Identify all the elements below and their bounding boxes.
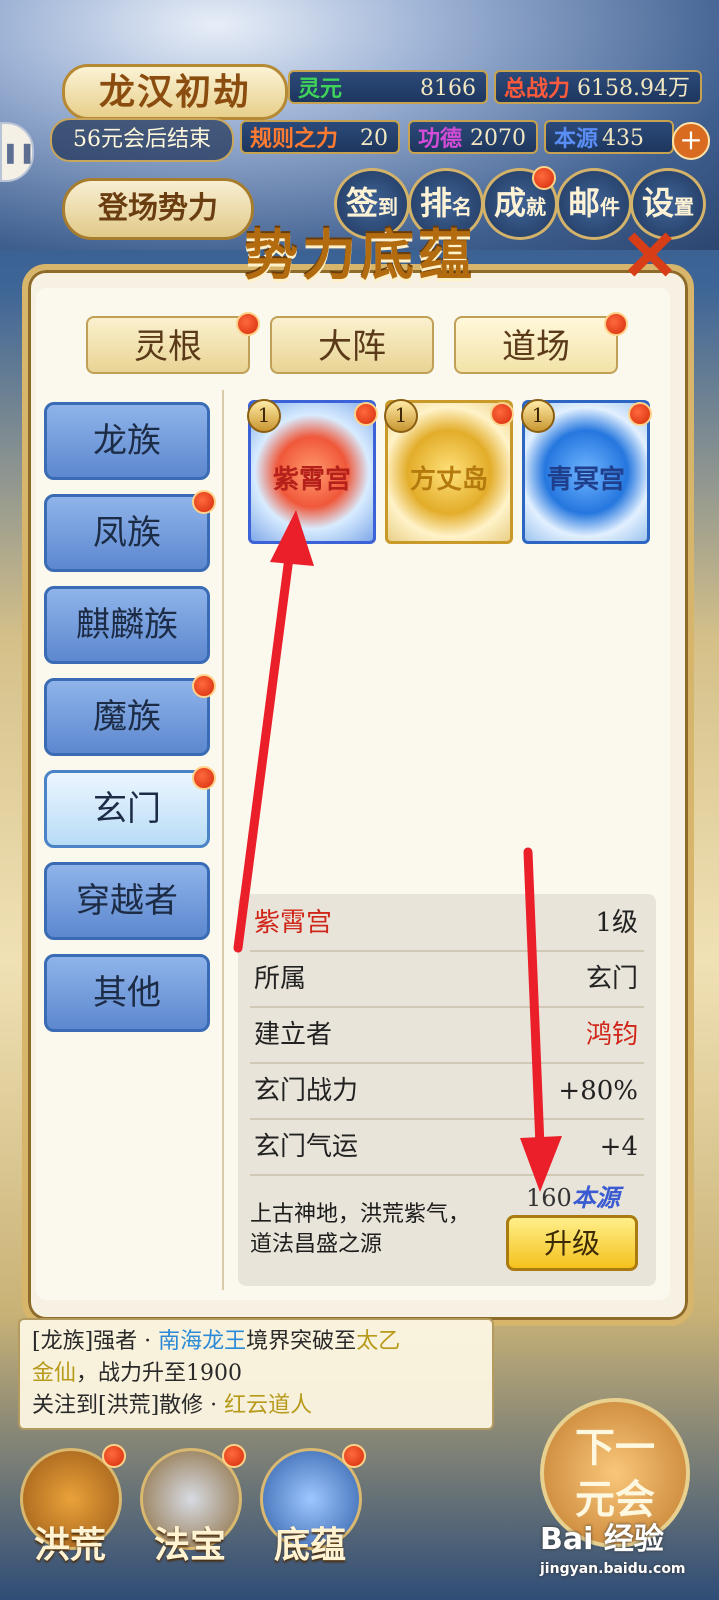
bottom-button-honghuang[interactable]: 洪荒 [20,1448,122,1578]
card-name: 方丈岛 [409,465,488,495]
watermark-brand: Bai 经验 [540,1522,664,1557]
description-line: 上古神地，洪荒紫气， [250,1202,471,1227]
stat-value: 20 [360,126,388,151]
event-log: [龙族]强者 · 南海龙王境界突破至太乙 金仙，战力升至1900 关注到[洪荒]… [18,1318,494,1430]
log-text: 关注到[洪荒]散修 · [32,1393,225,1418]
stat-value: 6158.94万 [577,76,690,101]
menu-label: 邮 [567,184,600,222]
detail-key: 所属 [254,964,307,994]
detail-row: 玄门气运 +4 [250,1120,644,1176]
era-title: 龙汉初劫 [62,64,288,120]
notification-dot-icon [236,312,260,336]
log-text: 境界突破至 [246,1329,357,1354]
next-label: 下一 [575,1424,655,1471]
log-line: [龙族]强者 · 南海龙王境界突破至太乙 [32,1326,480,1358]
annotation-arrow-up-icon [233,510,314,953]
detail-value: 鸿钧 [585,1020,638,1050]
notification-dot-icon [532,166,556,190]
tab-dazhen[interactable]: 大阵 [270,316,434,374]
stat-value: 2070 [470,126,526,151]
notification-dot-icon [192,674,216,698]
tab-daochang[interactable]: 道场 [454,316,618,374]
stat-label: 规则之力 [250,126,339,152]
bottom-button-label: 洪荒 [33,1524,106,1566]
level-badge: 1 [521,399,555,433]
log-text: [龙族]强者 · [32,1329,159,1354]
detail-row: 所属 玄门 [250,952,644,1008]
bottom-button-diyun[interactable]: 底蕴 [260,1448,362,1578]
stat-rule-power: 规则之力 20 [240,120,400,154]
detail-level: 1级 [595,908,638,938]
menu-label-small: 件 [600,195,620,219]
baidu-watermark: Bai 经验 jingyan.baidu.com [540,1520,710,1586]
stat-label: 本源 [554,126,599,152]
detail-key: 建立者 [254,1020,333,1050]
sidebar-item-qilin[interactable]: 麒麟族 [44,586,210,664]
stat-value: 8166 [420,76,476,101]
panel-title: 势力底蕴 [244,223,476,287]
log-highlight: 金仙 [32,1361,77,1386]
cost-unit: 本源 [571,1183,620,1212]
divider [222,390,224,1290]
stat-value: 435 [602,126,644,151]
notification-dot-icon [192,766,216,790]
log-line: 关注到[洪荒]散修 · 红云道人 [32,1390,480,1422]
log-highlight: 红云道人 [224,1393,313,1418]
stat-label: 灵元 [298,76,343,102]
stat-label: 总战力 [504,76,571,102]
log-text: ，战力升至1900 [76,1361,243,1386]
watermark-url: jingyan.baidu.com [540,1561,686,1577]
add-origin-button[interactable]: + [672,122,710,160]
notification-dot-icon [192,490,216,514]
next-label: 元会 [575,1476,655,1523]
detail-key: 玄门气运 [254,1132,359,1162]
log-highlight: 南海龙王 [158,1329,247,1354]
menu-label-small: 就 [526,195,546,219]
bottom-button-label: 底蕴 [273,1524,346,1566]
detail-row: 建立者 鸿钧 [250,1008,644,1064]
notification-dot-icon [490,402,514,426]
log-highlight: 太乙 [356,1329,401,1354]
detail-value: +4 [599,1132,638,1162]
bottom-button-fabao[interactable]: 法宝 [140,1448,242,1578]
sidebar-item-other[interactable]: 其他 [44,954,210,1032]
log-line: 金仙，战力升至1900 [32,1358,480,1390]
notification-dot-icon [342,1444,366,1468]
level-badge: 1 [384,399,418,433]
detail-value: 玄门 [585,964,638,994]
detail-row: 玄门战力 +80% [250,1064,644,1120]
sidebar-item-demon[interactable]: 魔族 [44,678,210,756]
sidebar-item-xuanmen[interactable]: 玄门 [44,770,210,848]
notification-dot-icon [354,402,378,426]
sidebar-item-dragon[interactable]: 龙族 [44,402,210,480]
stat-lingyuan: 灵元 8166 [288,70,488,104]
bottom-button-label: 法宝 [153,1524,226,1566]
close-icon[interactable]: ✕ [620,221,680,291]
detail-value: +80% [558,1076,638,1106]
stat-merit: 功德 2070 [408,120,538,154]
card-name: 青冥宫 [546,465,625,495]
stat-total-power: 总战力 6158.94万 [494,70,702,104]
stat-origin: 本源 435 [544,120,674,154]
card-name: 紫霄宫 [272,465,351,495]
notification-dot-icon [102,1444,126,1468]
tab-linggen[interactable]: 灵根 [86,316,250,374]
annotation-arrow-down-icon [520,847,562,1192]
sidebar-item-traveler[interactable]: 穿越者 [44,862,210,940]
notification-dot-icon [222,1444,246,1468]
level-badge: 1 [247,399,281,433]
notification-dot-icon [628,402,652,426]
stat-label: 功德 [418,126,463,152]
upgrade-button[interactable]: 升级 [506,1215,638,1271]
notification-dot-icon [604,312,628,336]
description-line: 道法昌盛之源 [250,1232,383,1257]
detail-key: 玄门战力 [254,1076,359,1106]
sidebar-item-phoenix[interactable]: 凤族 [44,494,210,572]
era-countdown: 56元会后结束 [50,118,234,162]
detail-description: 上古神地，洪荒紫气， 道法昌盛之源 [250,1200,500,1260]
